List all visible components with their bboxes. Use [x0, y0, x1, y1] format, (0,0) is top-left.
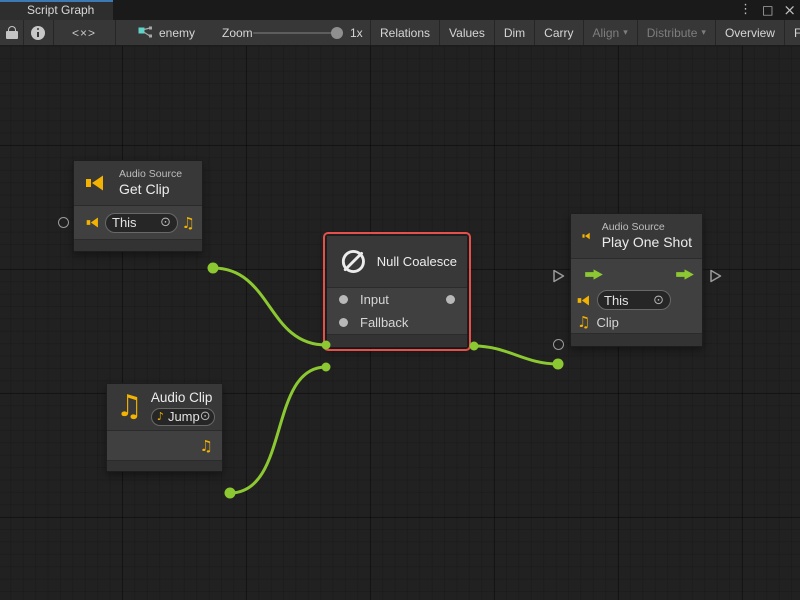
- node-null-coalesce[interactable]: Null Coalesce Input Fallback: [326, 235, 468, 348]
- graph-canvas[interactable]: Audio Source Get Clip This ⊙ ♫: [0, 46, 800, 600]
- window-controls: ⋮ □ ×: [739, 0, 796, 20]
- audio-source-icon: [85, 172, 110, 194]
- wire-endpoint[interactable]: [470, 342, 479, 351]
- audio-clip-output-icon: ♫: [182, 214, 195, 232]
- graph-breadcrumb[interactable]: enemy: [138, 20, 195, 45]
- clip-port-icon: ♫: [577, 313, 590, 331]
- target-picker-icon[interactable]: ⊙: [653, 293, 664, 308]
- jump-field[interactable]: ♪ Jump ⊙: [151, 408, 215, 426]
- node-category: Audio Source: [119, 168, 182, 181]
- node-category: Audio Source: [602, 221, 692, 234]
- code-preview-button[interactable]: <×>: [72, 20, 96, 45]
- port-label: Fallback: [360, 315, 408, 330]
- lock-button[interactable]: [6, 20, 18, 45]
- carry-button[interactable]: Carry: [535, 20, 582, 45]
- node-header[interactable]: Audio Source Play One Shot: [571, 214, 702, 259]
- flow-in-arrow-icon: [584, 268, 604, 281]
- target-input-port[interactable]: [553, 339, 564, 350]
- tab-script-graph[interactable]: Script Graph: [0, 0, 113, 20]
- flow-enter-port[interactable]: [552, 269, 566, 283]
- audio-source-icon: [582, 225, 593, 247]
- fullscreen-button[interactable]: Full Screen: [785, 20, 800, 45]
- graph-icon: [138, 26, 153, 39]
- graph-toolbar: <×> enemy Zoom 1x Relations: [0, 20, 800, 46]
- node-title: Audio Clip: [151, 389, 215, 406]
- tab-bar: Script Graph ⋮ □ ×: [0, 0, 800, 20]
- flow-out-arrow-icon: [675, 268, 695, 281]
- node-footer: [74, 239, 202, 251]
- this-field[interactable]: This ⊙: [105, 213, 178, 233]
- clip-input-port[interactable]: [553, 359, 564, 370]
- node-header[interactable]: ♫ Audio Clip ♪ Jump ⊙: [107, 384, 222, 431]
- zoom-slider[interactable]: [253, 20, 341, 45]
- port-label: Input: [360, 292, 389, 307]
- node-play-one-shot[interactable]: Audio Source Play One Shot This: [570, 213, 703, 347]
- flow-exit-port[interactable]: [709, 269, 723, 283]
- lock-icon: [6, 26, 18, 39]
- node-audio-clip[interactable]: ♫ Audio Clip ♪ Jump ⊙ ♫: [106, 383, 223, 472]
- field-value: This: [604, 293, 629, 308]
- null-coalesce-icon: [339, 247, 368, 276]
- getclip-output-port[interactable]: [208, 263, 219, 274]
- node-title: Null Coalesce: [377, 253, 457, 270]
- wire-endpoint[interactable]: [322, 363, 331, 372]
- window-menu-icon[interactable]: ⋮: [739, 0, 752, 20]
- zoom-slider-handle[interactable]: [331, 27, 343, 39]
- audio-clip-icon: ♫: [116, 392, 143, 422]
- chevron-down-icon: ▾: [701, 28, 706, 38]
- overview-button[interactable]: Overview: [716, 20, 784, 45]
- field-value: This: [112, 215, 137, 230]
- node-footer: [327, 334, 467, 347]
- node-title: Play One Shot: [602, 234, 692, 251]
- node-footer: [571, 333, 702, 346]
- target-picker-icon[interactable]: ⊙: [200, 409, 211, 424]
- wire-audioclip-to-fallback[interactable]: [230, 367, 326, 493]
- node-get-clip[interactable]: Audio Source Get Clip This ⊙ ♫: [73, 160, 203, 252]
- input-port[interactable]: [339, 295, 348, 304]
- wire-output-to-clip[interactable]: [474, 346, 558, 364]
- target-input-port[interactable]: [58, 217, 69, 228]
- fallback-port[interactable]: [339, 318, 348, 327]
- relations-button[interactable]: Relations: [371, 20, 439, 45]
- values-button[interactable]: Values: [440, 20, 494, 45]
- zoom-slider-track[interactable]: [253, 32, 341, 34]
- dim-button[interactable]: Dim: [495, 20, 534, 45]
- node-header[interactable]: Null Coalesce: [327, 236, 467, 288]
- audio-clip-output-icon: ♫: [200, 437, 213, 455]
- maximize-icon[interactable]: □: [762, 0, 773, 20]
- port-label: Clip: [596, 315, 618, 330]
- code-icon: <×>: [72, 26, 96, 40]
- zoom-value: 1x: [350, 20, 363, 45]
- close-icon[interactable]: ×: [783, 0, 796, 20]
- target-picker-icon[interactable]: ⊙: [160, 215, 171, 230]
- graph-name: enemy: [159, 26, 195, 40]
- audio-source-icon: [86, 216, 101, 229]
- audioclip-output-port[interactable]: [225, 488, 236, 499]
- field-value: Jump: [168, 409, 200, 424]
- info-icon: [31, 26, 45, 40]
- distribute-button[interactable]: Distribute▾: [638, 20, 715, 45]
- result-output-port[interactable]: [446, 295, 455, 304]
- audio-source-icon: [577, 294, 592, 307]
- node-footer: [107, 460, 222, 471]
- inspect-button[interactable]: [31, 20, 45, 45]
- script-graph-window: Script Graph ⋮ □ × <×> ene: [0, 0, 800, 600]
- this-field[interactable]: This ⊙: [597, 290, 671, 310]
- zoom-label: Zoom: [222, 20, 253, 45]
- node-title: Get Clip: [119, 181, 182, 198]
- node-header[interactable]: Audio Source Get Clip: [74, 161, 202, 206]
- toolbar-buttons: Relations Values Dim Carry Align▾ Distri…: [371, 20, 800, 45]
- audio-clip-icon: ♪: [157, 410, 164, 423]
- chevron-down-icon: ▾: [623, 28, 628, 38]
- align-button[interactable]: Align▾: [584, 20, 637, 45]
- wire-getclip-to-input[interactable]: [213, 268, 326, 345]
